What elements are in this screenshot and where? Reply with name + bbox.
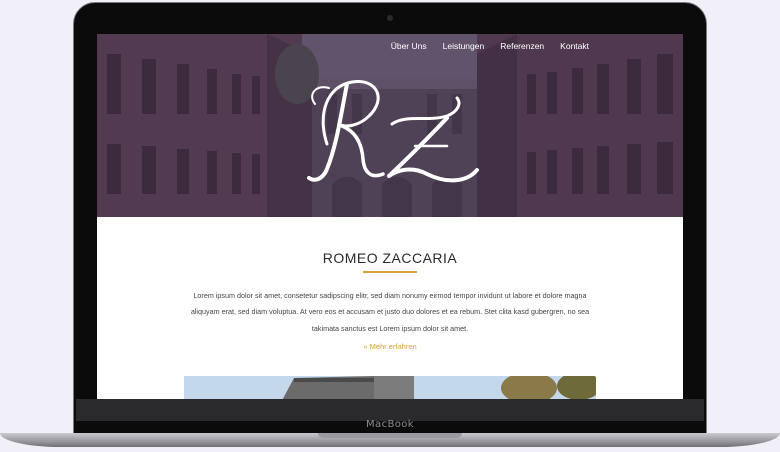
more-link[interactable]: » Mehr erfahren (97, 342, 683, 351)
nav-item-leistungen[interactable]: Leistungen (443, 41, 485, 51)
nav-item-ueber-uns[interactable]: Über Uns (391, 41, 427, 51)
screen-bottom-bezel (76, 399, 704, 421)
main-navigation: Über Uns Leistungen Referenzen Kontakt (391, 41, 589, 51)
hero-banner: Über Uns Leistungen Referenzen Kontakt (97, 34, 683, 217)
intro-paragraph: Lorem ipsum dolor sit amet, consetetur s… (190, 291, 590, 333)
title-underline (363, 271, 417, 273)
nav-item-referenzen[interactable]: Referenzen (500, 41, 544, 51)
intro-section: ROMEO ZACCARIA Lorem ipsum dolor sit ame… (97, 217, 683, 399)
nav-item-kontakt[interactable]: Kontakt (560, 41, 589, 51)
page-title: ROMEO ZACCARIA (322, 250, 458, 266)
rz-monogram-logo (307, 80, 479, 183)
website-screen: Über Uns Leistungen Referenzen Kontakt R… (97, 34, 683, 399)
macbook-label: MacBook (366, 419, 414, 430)
building-photo (184, 376, 596, 399)
camera-icon (387, 15, 393, 21)
laptop-notch (318, 433, 462, 438)
